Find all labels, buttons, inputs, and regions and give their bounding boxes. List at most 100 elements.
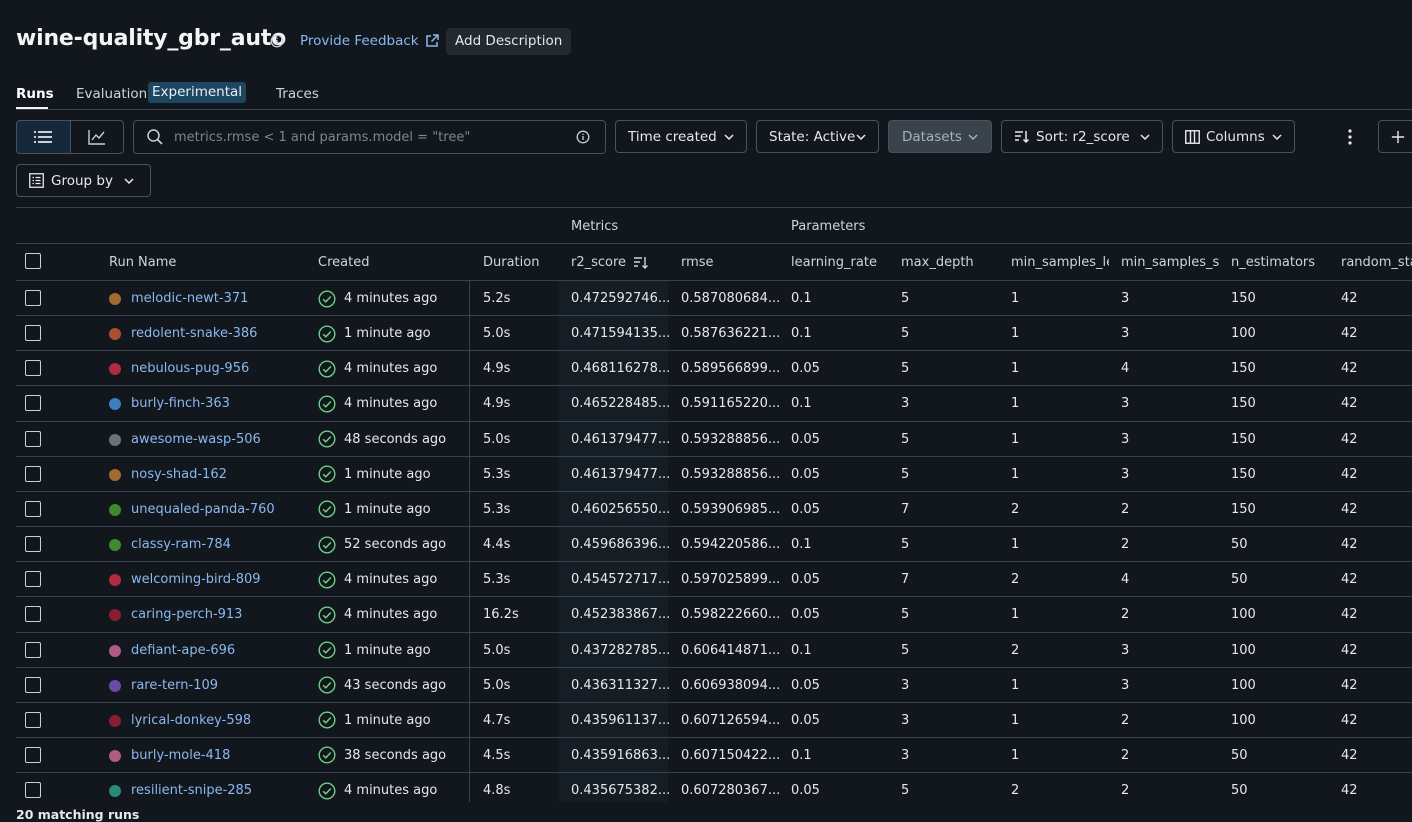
run-name-link[interactable]: rare-tern-109 <box>131 668 218 703</box>
min-samples-split-cell: 3 <box>1121 431 1130 447</box>
learning-rate-cell: 0.05 <box>791 712 820 728</box>
min-samples-split-cell: 3 <box>1121 642 1130 658</box>
column-header-min-samples-split[interactable]: min_samples_sp <box>1121 255 1219 270</box>
column-header-rmse[interactable]: rmse <box>681 255 714 270</box>
provide-feedback-label: Provide Feedback <box>300 33 419 49</box>
row-checkbox[interactable] <box>25 676 41 693</box>
add-description-button[interactable]: Add Description <box>446 28 572 55</box>
row-checkbox[interactable] <box>25 465 41 482</box>
new-run-button[interactable] <box>1378 120 1412 153</box>
learning-rate-cell: 0.05 <box>791 677 820 693</box>
table-row: rare-tern-109 43 seconds ago 5.0s 0.4363113… <box>16 666 1412 703</box>
max-depth-cell: 5 <box>901 466 910 482</box>
tab-runs[interactable]: Runs <box>16 86 54 102</box>
table-row: nosy-shad-162 1 minute ago 5.3s 0.461379477… <box>16 455 1412 492</box>
columns-dropdown[interactable]: Columns <box>1172 120 1295 153</box>
row-checkbox[interactable] <box>25 536 41 553</box>
run-name-link[interactable]: redolent-snake-386 <box>131 316 257 351</box>
run-name-link[interactable]: welcoming-bird-809 <box>131 562 261 597</box>
check-circle-icon <box>318 536 336 554</box>
row-checkbox[interactable] <box>25 360 41 377</box>
table-row: lyrical-donkey-598 1 minute ago 4.7s 0.4359… <box>16 701 1412 738</box>
column-header-random-state[interactable]: random_sta <box>1341 255 1412 270</box>
column-header-run-name[interactable]: Run Name <box>109 255 176 270</box>
sort-dropdown[interactable]: Sort: r2_score <box>1001 120 1163 153</box>
row-checkbox[interactable] <box>25 395 41 412</box>
info-icon[interactable] <box>576 130 590 144</box>
created-cell: 48 seconds ago <box>318 422 446 457</box>
random-state-cell: 42 <box>1341 466 1358 482</box>
min-samples-leaf-cell: 1 <box>1011 677 1020 693</box>
run-name-link[interactable]: defiant-ape-696 <box>131 633 235 668</box>
run-name-link[interactable]: lyrical-donkey-598 <box>131 703 251 738</box>
max-depth-cell: 5 <box>901 326 910 342</box>
run-name-link[interactable]: melodic-newt-371 <box>131 281 248 316</box>
row-checkbox[interactable] <box>25 711 41 728</box>
row-checkbox[interactable] <box>25 641 41 658</box>
row-checkbox[interactable] <box>25 290 41 306</box>
max-depth-cell: 5 <box>901 361 910 377</box>
created-cell: 1 minute ago <box>318 492 431 527</box>
tab-traces[interactable]: Traces <box>276 86 319 102</box>
column-header-min-samples-leaf[interactable]: min_samples_lea <box>1011 255 1109 270</box>
provide-feedback-link[interactable]: Provide Feedback <box>300 33 440 49</box>
created-cell: 1 minute ago <box>318 633 431 668</box>
table-row: resilient-snipe-285 4 minutes ago 4.8s 0.43… <box>16 772 1412 802</box>
max-depth-cell: 5 <box>901 537 910 553</box>
datasets-label: Datasets <box>902 128 962 145</box>
run-name-link[interactable]: awesome-wasp-506 <box>131 422 261 457</box>
list-icon <box>34 131 53 143</box>
row-checkbox[interactable] <box>25 606 41 623</box>
run-name-link[interactable]: nosy-shad-162 <box>131 457 227 492</box>
sort-label: Sort: r2_score <box>1036 128 1130 145</box>
learning-rate-cell: 0.1 <box>791 291 812 306</box>
row-checkbox[interactable] <box>25 746 41 763</box>
table-row: burly-finch-363 4 minutes ago 4.9s 0.465228… <box>16 385 1412 422</box>
run-name-link[interactable]: unequaled-panda-760 <box>131 492 275 527</box>
run-name-link[interactable]: burly-mole-418 <box>131 738 230 773</box>
row-checkbox[interactable] <box>25 782 41 799</box>
column-header-learning-rate[interactable]: learning_rate <box>791 255 877 270</box>
created-cell: 1 minute ago <box>318 316 431 351</box>
run-name-link[interactable]: burly-finch-363 <box>131 386 230 421</box>
duration-cell: 5.0s <box>483 642 511 658</box>
r2-score-cell: 0.471594135... <box>571 326 669 342</box>
column-header-max-depth[interactable]: max_depth <box>901 255 974 270</box>
run-name-link[interactable]: caring-perch-913 <box>131 597 242 632</box>
learning-rate-cell: 0.05 <box>791 572 820 588</box>
created-cell: 4 minutes ago <box>318 386 437 421</box>
run-color-dot <box>109 433 121 446</box>
column-header-created[interactable]: Created <box>318 255 369 270</box>
row-checkbox[interactable] <box>25 325 41 342</box>
created-time: 1 minute ago <box>344 712 431 728</box>
row-checkbox[interactable] <box>25 500 41 517</box>
search-input[interactable] <box>172 128 576 146</box>
info-icon[interactable] <box>270 34 284 48</box>
rmse-cell: 0.607150422... <box>681 747 779 763</box>
n-estimators-cell: 50 <box>1231 537 1248 553</box>
created-cell: 4 minutes ago <box>318 281 437 316</box>
rmse-cell: 0.606938094... <box>681 677 779 693</box>
more-options-icon[interactable] <box>1340 124 1360 150</box>
group-by-dropdown[interactable]: Group by <box>16 164 151 197</box>
row-checkbox[interactable] <box>25 430 41 447</box>
table-view-button[interactable] <box>17 121 71 153</box>
created-cell: 1 minute ago <box>318 703 431 738</box>
created-cell: 4 minutes ago <box>318 597 437 632</box>
chart-view-button[interactable] <box>71 121 124 153</box>
select-all-checkbox[interactable] <box>25 253 41 269</box>
datasets-dropdown[interactable]: Datasets <box>888 120 992 153</box>
row-checkbox[interactable] <box>25 571 41 588</box>
check-circle-icon <box>318 571 336 589</box>
time-created-dropdown[interactable]: Time created <box>615 120 747 153</box>
column-header-duration[interactable]: Duration <box>483 255 539 270</box>
run-name-link[interactable]: resilient-snipe-285 <box>131 773 252 802</box>
metrics-group-header: Metrics <box>571 219 619 234</box>
n-estimators-cell: 100 <box>1231 642 1256 658</box>
tab-evaluation[interactable]: Evaluation <box>76 86 147 102</box>
run-name-link[interactable]: nebulous-pug-956 <box>131 351 249 386</box>
state-filter-dropdown[interactable]: State: Active <box>756 120 879 153</box>
column-header-n-estimators[interactable]: n_estimators <box>1231 255 1315 270</box>
run-name-link[interactable]: classy-ram-784 <box>131 527 231 562</box>
column-header-r2-score[interactable]: r2_score <box>571 255 649 270</box>
